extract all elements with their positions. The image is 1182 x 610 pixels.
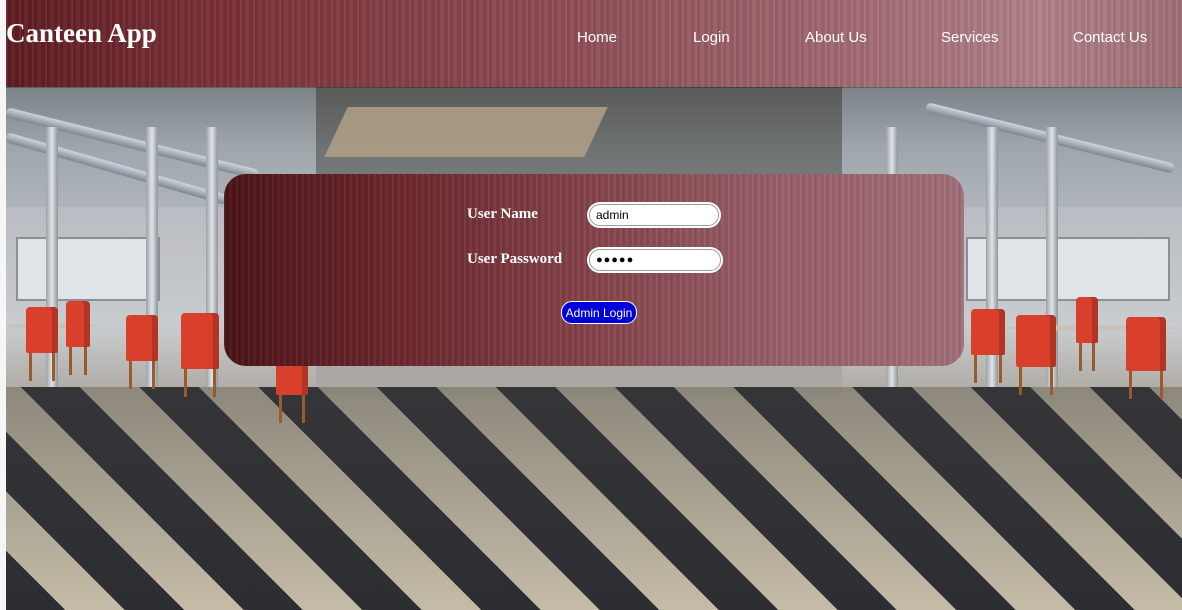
password-input[interactable]: ●●●●●	[589, 249, 721, 271]
main-nav: Home Login About Us Services Contact Us	[6, 29, 1182, 49]
username-label: User Name	[467, 206, 538, 222]
nav-home-link[interactable]: Home	[577, 29, 617, 46]
nav-login-link[interactable]: Login	[693, 29, 730, 46]
page-frame: Canteen App Home Login About Us Services…	[6, 0, 1182, 610]
site-header: Canteen App Home Login About Us Services…	[6, 0, 1182, 87]
login-card: User Name admin User Password ●●●●● Admi…	[224, 174, 964, 366]
nav-services-link[interactable]: Services	[941, 29, 999, 46]
nav-contact-link[interactable]: Contact Us	[1073, 29, 1147, 46]
nav-about-link[interactable]: About Us	[805, 29, 867, 46]
admin-login-button[interactable]: Admin Login	[561, 301, 637, 324]
username-input[interactable]: admin	[589, 204, 719, 226]
password-label: User Password	[467, 251, 563, 267]
